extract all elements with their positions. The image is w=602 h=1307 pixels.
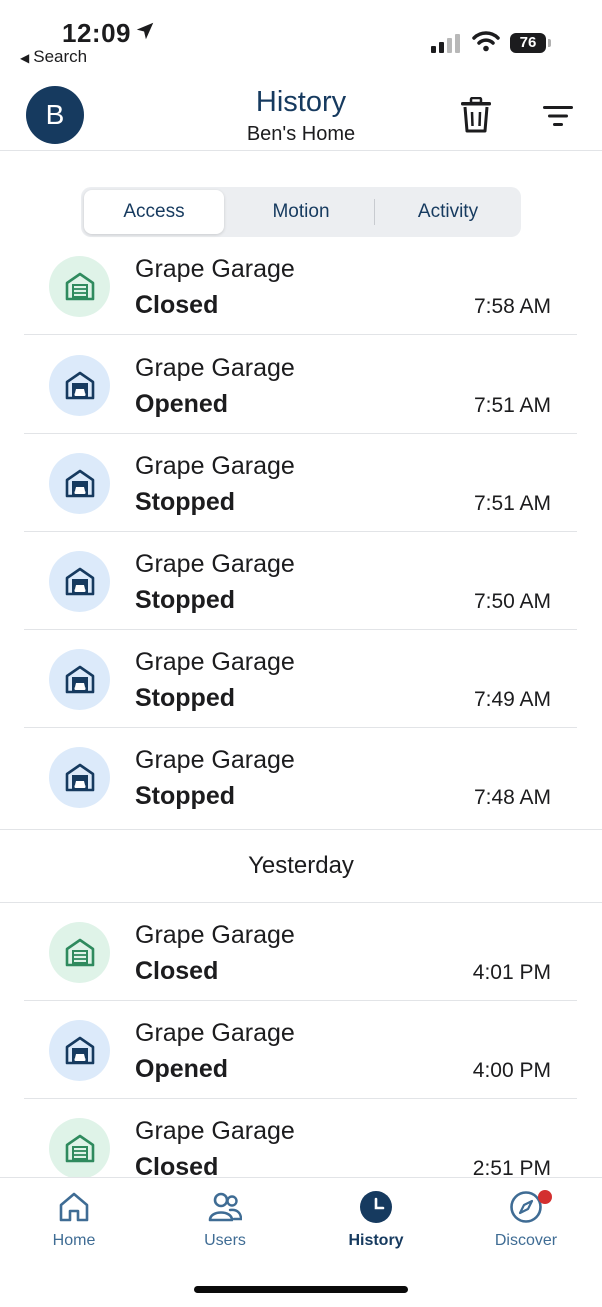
- status-bar: 12:09 ◀ Search 76: [0, 0, 602, 72]
- tab-users-label: Users: [204, 1232, 246, 1249]
- event-device: Grape Garage: [135, 1019, 295, 1047]
- filter-icon[interactable]: [543, 104, 573, 128]
- list-item[interactable]: Grape Garage Closed 7:58 AM: [24, 252, 577, 335]
- tab-discover[interactable]: Discover: [466, 1190, 586, 1260]
- history-type-segmented-control: Access Motion Activity: [81, 187, 521, 237]
- tab-history-label: History: [348, 1232, 404, 1249]
- segment-motion[interactable]: Motion: [231, 190, 371, 234]
- event-device: Grape Garage: [135, 746, 295, 774]
- event-state: Stopped: [135, 782, 235, 810]
- location-arrow-icon: [136, 22, 154, 40]
- event-icon-circle: [49, 747, 110, 808]
- tab-home-label: Home: [52, 1232, 96, 1249]
- status-time: 12:09: [62, 18, 131, 48]
- segment-access[interactable]: Access: [84, 190, 224, 234]
- garage-closed-icon: [65, 272, 95, 301]
- event-icon-circle: [49, 256, 110, 317]
- garage-open-car-icon: [65, 1036, 95, 1065]
- list-item[interactable]: Grape Garage Opened 4:00 PM: [24, 1001, 577, 1099]
- trash-icon[interactable]: [460, 97, 492, 133]
- event-icon-circle: [49, 1020, 110, 1081]
- tab-discover-label: Discover: [494, 1232, 558, 1249]
- event-time: 2:51 PM: [472, 1157, 551, 1177]
- event-device: Grape Garage: [135, 255, 295, 283]
- event-icon-circle: [49, 922, 110, 983]
- segment-activity[interactable]: Activity: [378, 190, 518, 234]
- event-device: Grape Garage: [135, 648, 295, 676]
- event-device: Grape Garage: [135, 921, 295, 949]
- event-state: Closed: [135, 291, 219, 319]
- event-icon-circle: [49, 355, 110, 416]
- history-list[interactable]: Grape Garage Closed 7:58 AM Grape Garage…: [0, 252, 602, 1177]
- cellular-signal-icon: [431, 34, 460, 53]
- users-icon: [208, 1192, 242, 1222]
- home-name: Ben's Home: [246, 123, 356, 145]
- event-state: Opened: [135, 390, 229, 418]
- event-time: 4:00 PM: [472, 1059, 551, 1082]
- page-title: History: [255, 86, 347, 118]
- garage-open-car-icon: [65, 763, 95, 792]
- event-icon-circle: [49, 1118, 110, 1177]
- back-to-search-link[interactable]: ◀ Search: [20, 47, 87, 67]
- event-device: Grape Garage: [135, 452, 295, 480]
- event-state: Closed: [135, 957, 219, 985]
- event-state: Stopped: [135, 684, 235, 712]
- event-state: Stopped: [135, 488, 235, 516]
- event-icon-circle: [49, 551, 110, 612]
- garage-open-car-icon: [65, 371, 95, 400]
- tab-users[interactable]: Users: [165, 1190, 285, 1260]
- battery-nub: [548, 39, 551, 47]
- app-header: B History Ben's Home: [0, 80, 602, 151]
- battery-level: 76: [510, 33, 546, 53]
- event-device: Grape Garage: [135, 354, 295, 382]
- event-device: Grape Garage: [135, 550, 295, 578]
- list-item[interactable]: Grape Garage Stopped 7:48 AM: [24, 728, 577, 825]
- event-time: 7:58 AM: [473, 295, 551, 318]
- garage-open-car-icon: [65, 665, 95, 694]
- home-indicator: [194, 1286, 408, 1293]
- event-icon-circle: [49, 649, 110, 710]
- list-item[interactable]: Grape Garage Stopped 7:49 AM: [24, 630, 577, 728]
- event-time: 4:01 PM: [472, 961, 551, 984]
- list-item[interactable]: Grape Garage Closed 2:51 PM: [24, 1099, 577, 1177]
- garage-open-car-icon: [65, 469, 95, 498]
- segment-divider: [374, 199, 375, 225]
- tab-history[interactable]: History: [316, 1190, 436, 1260]
- list-item[interactable]: Grape Garage Stopped 7:51 AM: [24, 434, 577, 532]
- event-time: 7:49 AM: [473, 688, 551, 711]
- event-time: 7:48 AM: [473, 786, 551, 809]
- list-item[interactable]: Grape Garage Opened 7:51 AM: [24, 336, 577, 434]
- battery-indicator: 76: [510, 33, 552, 55]
- event-state: Closed: [135, 1153, 219, 1177]
- event-time: 7:50 AM: [473, 590, 551, 613]
- event-icon-circle: [49, 453, 110, 514]
- notification-badge: [538, 1190, 552, 1204]
- event-device: Grape Garage: [135, 1117, 295, 1145]
- house-icon: [59, 1192, 89, 1222]
- garage-closed-icon: [65, 1134, 95, 1163]
- list-item[interactable]: Grape Garage Closed 4:01 PM: [24, 903, 577, 1001]
- event-time: 7:51 AM: [473, 394, 551, 417]
- event-time: 7:51 AM: [473, 492, 551, 515]
- section-header-yesterday: Yesterday: [0, 829, 602, 903]
- garage-open-car-icon: [65, 567, 95, 596]
- clock-icon: [360, 1191, 392, 1223]
- event-state: Stopped: [135, 586, 235, 614]
- event-state: Opened: [135, 1055, 229, 1083]
- garage-closed-icon: [65, 938, 95, 967]
- wifi-icon: [472, 31, 500, 52]
- tab-home[interactable]: Home: [14, 1190, 134, 1260]
- list-item[interactable]: Grape Garage Stopped 7:50 AM: [24, 532, 577, 630]
- back-triangle-icon: ◀: [20, 51, 30, 65]
- back-label: Search: [33, 47, 88, 66]
